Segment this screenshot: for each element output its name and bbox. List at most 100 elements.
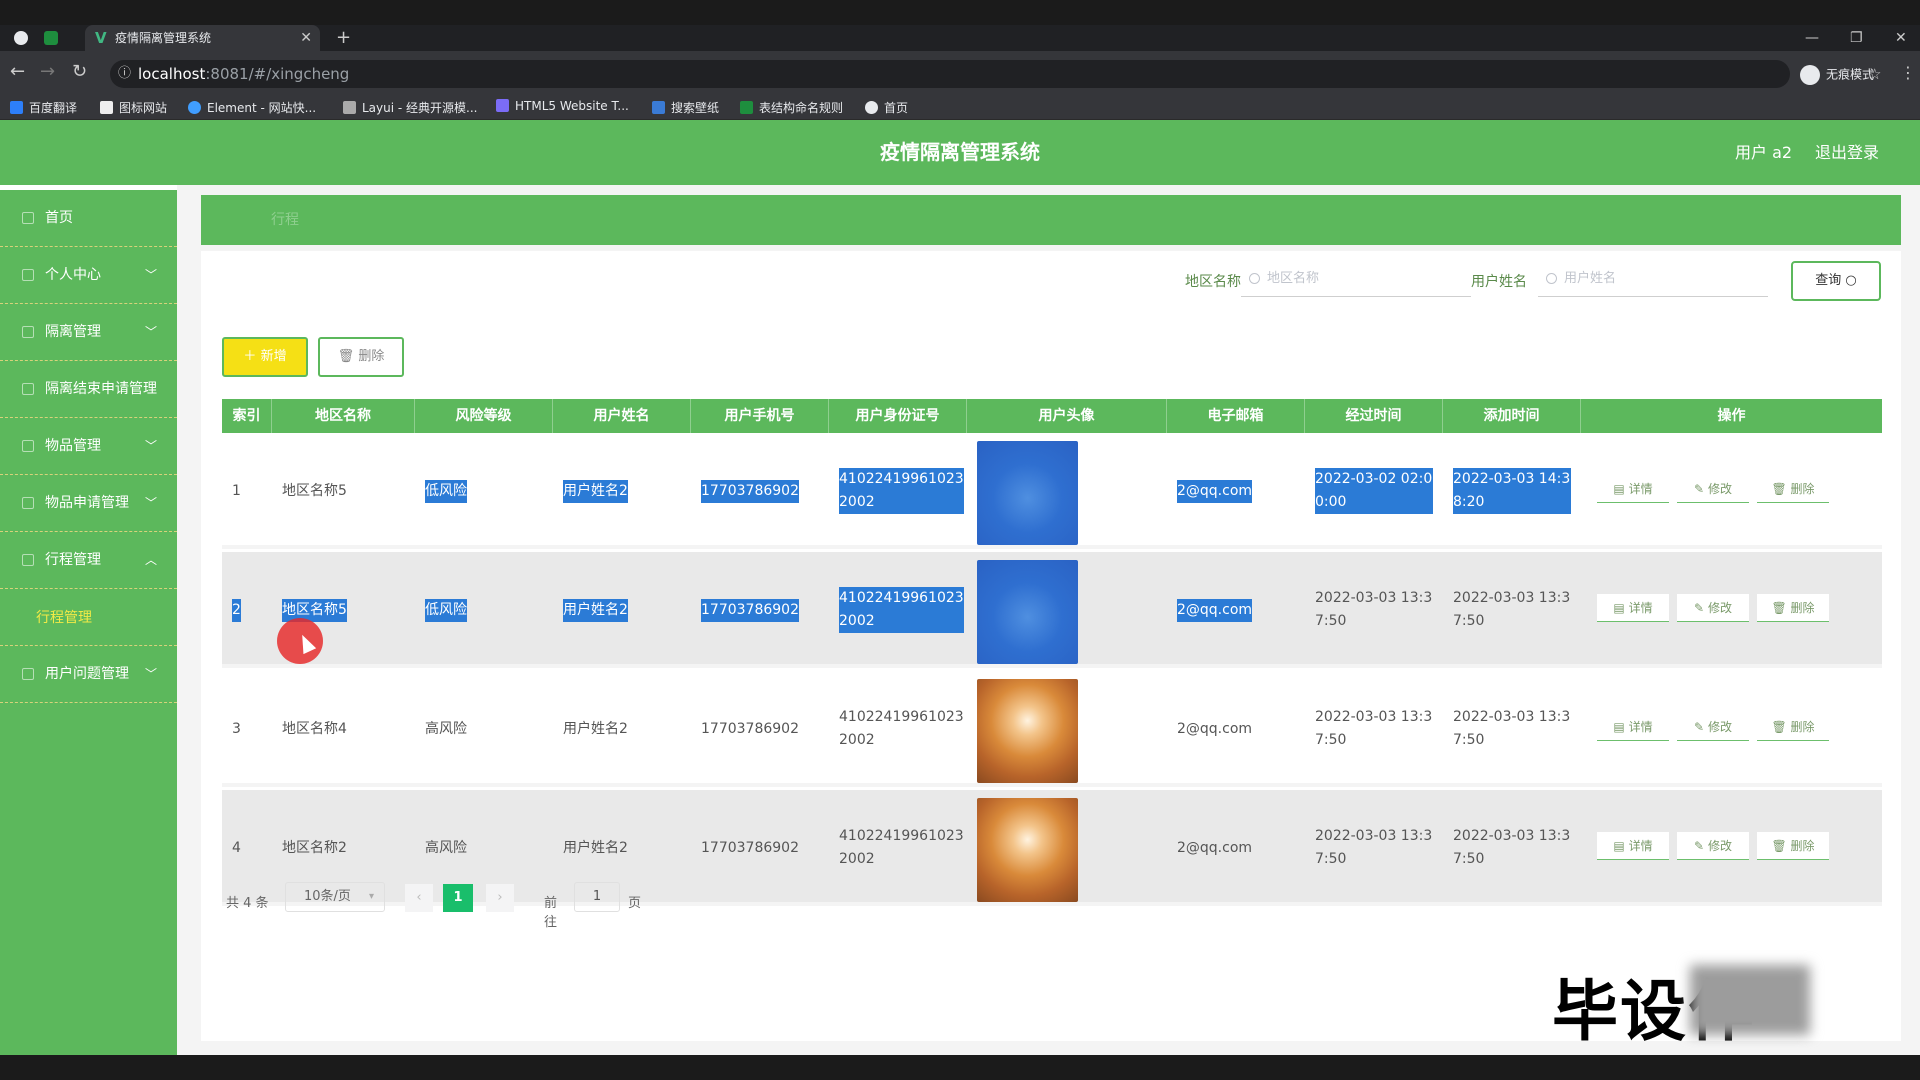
bookmark-item[interactable]: 首页 bbox=[865, 99, 908, 116]
table-row[interactable]: 2 地区名称5 低风险 用户姓名2 17703786902 4102241996… bbox=[222, 552, 1882, 668]
sidebar-item-goods-apply[interactable]: 物品申请管理 ﹀ bbox=[0, 475, 177, 532]
header-phone: 用户手机号 bbox=[691, 399, 829, 433]
logout-link[interactable]: 退出登录 bbox=[1815, 120, 1879, 185]
table-row[interactable]: 1 地区名称5 低风险 用户姓名2 17703786902 4102241996… bbox=[222, 433, 1882, 549]
table-header: 索引 地区名称 风险等级 用户姓名 用户手机号 用户身份证号 用户头像 电子邮箱… bbox=[222, 399, 1882, 433]
table-row[interactable]: 3 地区名称4 高风险 用户姓名2 17703786902 4102241996… bbox=[222, 671, 1882, 787]
bookmark-icon bbox=[10, 101, 23, 114]
cell-phone: 17703786902 bbox=[701, 720, 799, 737]
sidebar-item-user-questions[interactable]: 用户问题管理 ﹀ bbox=[0, 646, 177, 703]
bookmark-icon bbox=[496, 99, 509, 112]
delete-button[interactable]: 🗑 删除 bbox=[1757, 475, 1829, 503]
bookmark-item[interactable]: Layui - 经典开源模... bbox=[343, 99, 477, 116]
sidebar-item-home[interactable]: 首页 bbox=[0, 190, 177, 247]
cell-id-card: 41022419961023 2002 bbox=[829, 552, 967, 668]
sidebar-item-itinerary[interactable]: 行程管理 ︿ bbox=[0, 532, 177, 589]
region-search-input[interactable]: 地区名称 bbox=[1241, 261, 1471, 297]
cell-region: 地区名称5 bbox=[282, 482, 347, 499]
bookmark-item[interactable]: 搜索壁纸 bbox=[652, 99, 719, 116]
chevron-down-icon: ﹀ bbox=[144, 268, 157, 282]
sidebar-item-isolation[interactable]: 隔离管理 ﹀ bbox=[0, 304, 177, 361]
info-icon: ⓘ bbox=[118, 66, 132, 81]
address-bar: ← → ↻ ⓘ localhost:8081/#/xingcheng ☆ 无痕模… bbox=[0, 51, 1920, 95]
avatar bbox=[977, 441, 1078, 545]
cell-add-time: 2022-03-03 13:3 7:50 bbox=[1453, 709, 1571, 748]
edit-icon: ✎ bbox=[1694, 839, 1705, 853]
delete-button[interactable]: 🗑 删除 bbox=[1757, 832, 1829, 860]
search-icon bbox=[1546, 273, 1557, 284]
minimize-icon[interactable]: — bbox=[1805, 25, 1819, 51]
add-button[interactable]: ＋ 新增 bbox=[222, 337, 308, 377]
sidebar: 首页 个人中心 ﹀ 隔离管理 ﹀ 隔离结束申请管理 物品管理 ﹀ 物品申请管理 ﹀ 行程… bbox=[0, 190, 177, 1055]
bookmark-item[interactable]: HTML5 Website T... bbox=[496, 99, 629, 113]
page-number-current[interactable]: 1 bbox=[443, 884, 473, 912]
chevron-down-icon: ﹀ bbox=[144, 496, 157, 510]
incognito-label: 无痕模式 bbox=[1826, 67, 1875, 82]
sidebar-item-isolation-end[interactable]: 隔离结束申请管理 bbox=[0, 361, 177, 418]
detail-button[interactable]: ▤ 详情 bbox=[1597, 475, 1669, 503]
delete-button[interactable]: 🗑 删除 bbox=[1757, 594, 1829, 622]
header-add-time: 添加时间 bbox=[1443, 399, 1581, 433]
url-field[interactable]: ⓘ localhost:8081/#/xingcheng ☆ bbox=[110, 60, 1881, 88]
forward-icon[interactable]: → bbox=[40, 61, 55, 82]
pagination-total: 共 4 条 bbox=[226, 896, 269, 911]
delete-button[interactable]: 🗑 删除 bbox=[1757, 713, 1829, 741]
detail-button[interactable]: ▤ 详情 bbox=[1597, 832, 1669, 860]
bookmark-item[interactable]: 百度翻译 bbox=[10, 99, 77, 116]
cell-name: 用户姓名2 bbox=[553, 433, 691, 549]
trash-icon: 🗑 bbox=[1771, 482, 1787, 496]
breadcrumb: 行程 bbox=[201, 195, 1901, 245]
document-icon: ▤ bbox=[1613, 601, 1625, 615]
goto-page-input[interactable]: 1 bbox=[574, 882, 620, 912]
header-region: 地区名称 bbox=[272, 399, 415, 433]
screen: V 疫情隔离管理系统 ✕ + — ❐ ✕ ← → ↻ ⓘ localhost:8… bbox=[0, 0, 1920, 1080]
edit-button[interactable]: ✎ 修改 bbox=[1677, 594, 1749, 622]
bookmark-icon bbox=[740, 101, 753, 114]
query-button[interactable]: 查询 ○ bbox=[1791, 261, 1881, 301]
edit-button[interactable]: ✎ 修改 bbox=[1677, 832, 1749, 860]
bookmark-icon bbox=[188, 101, 201, 114]
bookmark-item[interactable]: 图标网站 bbox=[100, 99, 167, 116]
detail-button[interactable]: ▤ 详情 bbox=[1597, 594, 1669, 622]
document-icon: ▤ bbox=[1613, 482, 1625, 496]
pinned-tab-icon[interactable] bbox=[44, 31, 58, 45]
reload-icon[interactable]: ↻ bbox=[72, 61, 87, 82]
cell-email: 2@qq.com bbox=[1167, 433, 1305, 549]
cell-id-card: 41022419961023 2002 bbox=[829, 433, 967, 549]
header-id-card: 用户身份证号 bbox=[829, 399, 967, 433]
browser-menu-icon[interactable]: ⋮ bbox=[1900, 63, 1916, 82]
cell-email: 2@qq.com bbox=[1167, 552, 1305, 668]
edit-button[interactable]: ✎ 修改 bbox=[1677, 475, 1749, 503]
breadcrumb-current[interactable]: 行程 bbox=[271, 195, 299, 245]
cell-name: 用户姓名2 bbox=[563, 720, 628, 737]
restore-icon[interactable]: ❐ bbox=[1850, 25, 1863, 51]
menu-icon bbox=[22, 383, 34, 395]
tab-close-icon[interactable]: ✕ bbox=[300, 25, 312, 51]
detail-button[interactable]: ▤ 详情 bbox=[1597, 713, 1669, 741]
sidebar-subitem-itinerary[interactable]: 行程管理 bbox=[0, 590, 177, 646]
cell-email: 2@qq.com bbox=[1177, 839, 1253, 856]
bulk-delete-button[interactable]: 🗑 删除 bbox=[318, 337, 404, 377]
current-user: 用户 a2 bbox=[1735, 143, 1793, 162]
prev-page-button[interactable]: ‹ bbox=[405, 884, 433, 912]
edit-icon: ✎ bbox=[1694, 482, 1705, 496]
back-icon[interactable]: ← bbox=[10, 61, 25, 82]
browser-tab-active[interactable]: V 疫情隔离管理系统 ✕ bbox=[85, 25, 320, 51]
sidebar-item-personal-center[interactable]: 个人中心 ﹀ bbox=[0, 247, 177, 304]
new-tab-icon[interactable]: + bbox=[336, 25, 351, 51]
next-page-button[interactable]: › bbox=[486, 884, 514, 912]
cell-risk: 低风险 bbox=[415, 433, 553, 549]
bookmark-item[interactable]: 表结构命名规则 bbox=[740, 99, 843, 116]
close-window-icon[interactable]: ✕ bbox=[1895, 25, 1907, 51]
watermark-blur bbox=[1690, 965, 1810, 1035]
username-search-input[interactable]: 用户姓名 bbox=[1538, 261, 1768, 297]
goto-label: 前往 bbox=[544, 896, 558, 930]
edit-button[interactable]: ✎ 修改 bbox=[1677, 713, 1749, 741]
bookmark-item[interactable]: Element - 网站快... bbox=[188, 99, 316, 116]
bookmark-icon bbox=[865, 101, 878, 114]
sidebar-item-goods[interactable]: 物品管理 ﹀ bbox=[0, 418, 177, 475]
page-size-select[interactable]: 10条/页 ▾ bbox=[285, 882, 385, 912]
avatar bbox=[977, 560, 1078, 664]
chevron-down-icon: ﹀ bbox=[144, 439, 157, 453]
incognito-indicator[interactable]: 无痕模式 bbox=[1800, 65, 1874, 85]
